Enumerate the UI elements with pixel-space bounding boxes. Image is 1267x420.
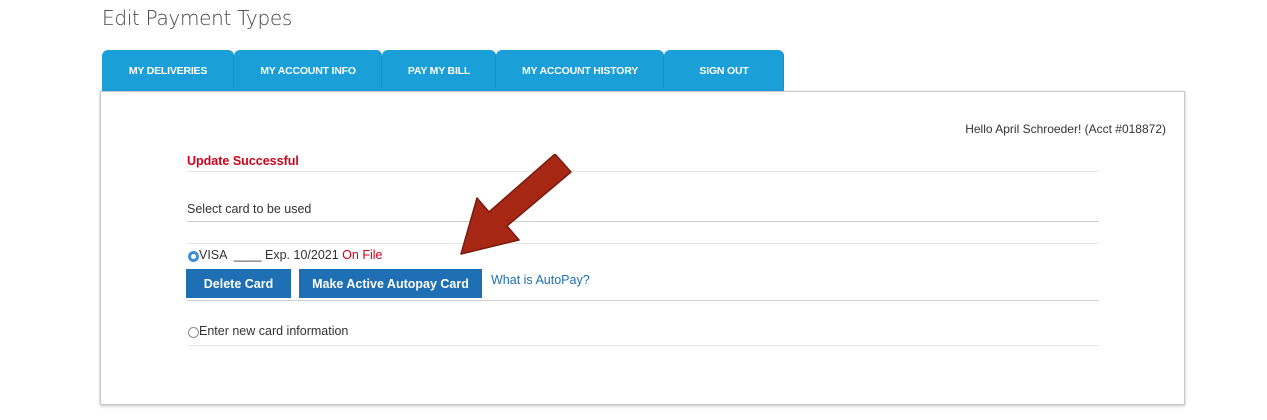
divider	[187, 345, 1099, 346]
what-is-autopay-link[interactable]: What is AutoPay?	[491, 273, 590, 287]
select-card-label: Select card to be used	[187, 202, 312, 216]
card-description: VISA ____ Exp. 10/2021	[199, 248, 343, 262]
status-message: Update Successful	[187, 154, 299, 168]
account-greeting: Hello April Schroeder! (Acct #018872)	[965, 122, 1166, 136]
card-radio-visa[interactable]	[188, 251, 199, 262]
delete-card-button[interactable]: Delete Card	[186, 269, 291, 298]
payment-panel: Hello April Schroeder! (Acct #018872) Up…	[100, 91, 1185, 405]
divider	[187, 243, 1099, 244]
tab-my-deliveries[interactable]: MY DELIVERIES	[102, 50, 234, 92]
divider	[187, 171, 1099, 172]
tab-my-account-history[interactable]: MY ACCOUNT HISTORY	[496, 50, 664, 92]
page-title: Edit Payment Types	[102, 6, 292, 30]
red-arrow-icon	[460, 154, 572, 255]
new-card-radio[interactable]	[188, 327, 199, 338]
new-card-label: Enter new card information	[199, 324, 349, 338]
tab-pay-my-bill[interactable]: PAY MY BILL	[382, 50, 496, 92]
divider	[187, 300, 1099, 301]
divider	[187, 221, 1099, 222]
tab-my-account-info[interactable]: MY ACCOUNT INFO	[234, 50, 382, 92]
tab-sign-out[interactable]: SIGN OUT	[664, 50, 784, 92]
saved-card-label: VISA ____ Exp. 10/2021 On File	[199, 248, 382, 262]
make-autopay-card-button[interactable]: Make Active Autopay Card	[299, 269, 482, 298]
card-status: On File	[342, 248, 383, 262]
